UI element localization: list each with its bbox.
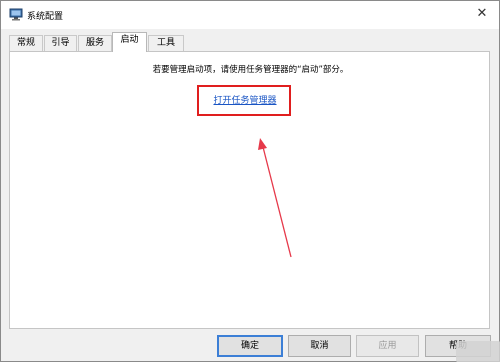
system-config-app-icon [9,8,23,21]
tab-boot[interactable]: 引导 [44,35,77,51]
tab-tools[interactable]: 工具 [148,35,184,51]
close-icon[interactable]: ✕ [467,3,497,25]
system-config-window: 系统配置 ✕ 常规 引导 服务 启动 工具 若要管理启动项，请使用任务管理器的“… [0,0,500,362]
apply-button[interactable]: 应用 [356,335,419,357]
tab-services[interactable]: 服务 [78,35,112,51]
tab-startup[interactable]: 启动 [112,32,147,52]
ok-button[interactable]: 确定 [217,335,283,357]
open-task-manager-link[interactable]: 打开任务管理器 [207,93,283,106]
tab-general[interactable]: 常规 [9,35,43,51]
watermark-overlay [456,341,500,362]
cancel-button[interactable]: 取消 [288,335,351,357]
startup-tab-panel: 若要管理启动项，请使用任务管理器的“启动”部分。 打开任务管理器 [9,51,490,329]
title-bar[interactable]: 系统配置 ✕ [1,1,499,29]
window-title: 系统配置 [27,12,64,22]
startup-info-text: 若要管理启动项，请使用任务管理器的“启动”部分。 [152,65,349,75]
